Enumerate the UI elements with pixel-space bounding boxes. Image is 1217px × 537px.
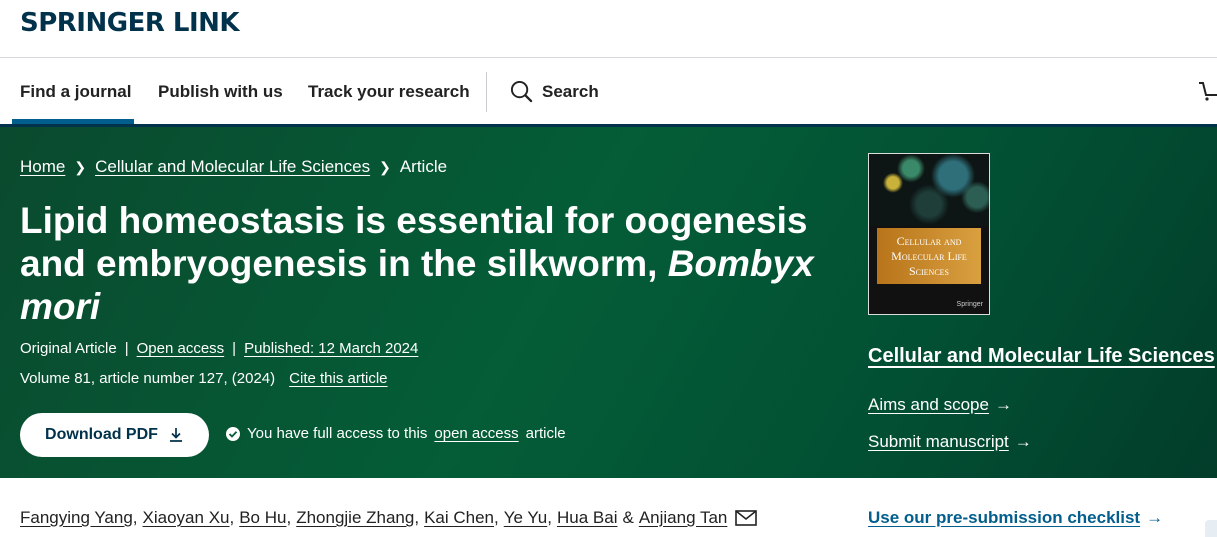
article-meta: Original Article | Open access | Publish… <box>20 340 419 357</box>
author-link[interactable]: Fangying Yang <box>20 508 133 528</box>
author-list: Fangying Yang, Xiaoyan Xu, Bo Hu, Zhongj… <box>20 508 758 528</box>
breadcrumb: Home ❯ Cellular and Molecular Life Scien… <box>20 157 447 177</box>
article-type: Original Article <box>20 340 117 357</box>
access-note-end: article <box>525 425 566 442</box>
author-link[interactable]: Anjiang Tan <box>639 508 728 528</box>
access-note-link[interactable]: open access <box>434 425 518 442</box>
access-note-text: You have full access to this <box>247 425 428 442</box>
article-title: Lipid homeostasis is essential for oogen… <box>20 199 840 328</box>
author-link[interactable]: Kai Chen <box>424 508 494 528</box>
author-link[interactable]: Ye Yu <box>504 508 548 528</box>
journal-title-link[interactable]: Cellular and Molecular Life Sciences <box>868 345 1215 368</box>
access-note: You have full access to this open access… <box>226 425 566 442</box>
author-link[interactable]: Hua Bai <box>557 508 617 528</box>
breadcrumb-current: Article <box>399 157 448 176</box>
main-nav: Find a journal Publish with us Track you… <box>0 58 1217 124</box>
breadcrumb-home[interactable]: Home <box>20 157 65 177</box>
cover-publisher: Springer <box>956 301 983 308</box>
author-link[interactable]: Bo Hu <box>239 508 286 528</box>
article-volume: Volume 81, article number 127, (2024) <box>20 370 276 387</box>
pre-submission-checklist-link[interactable]: Use our pre-submission checklist → <box>868 508 1163 528</box>
check-circle-icon <box>226 426 240 441</box>
open-access-link[interactable]: Open access <box>137 340 225 357</box>
search-icon <box>510 80 533 103</box>
site-header: SPRINGER LINK <box>0 0 1217 58</box>
arrow-right-icon: → <box>1014 432 1032 451</box>
chevron-right-icon: ❯ <box>74 158 87 175</box>
submit-manuscript-link[interactable]: Submit manuscript → <box>868 432 1032 452</box>
chevron-right-icon: ❯ <box>379 158 391 175</box>
email-icon[interactable] <box>735 510 758 526</box>
nav-find-journal[interactable]: Find a journal <box>20 82 131 102</box>
author-link[interactable]: Zhongjie Zhang <box>296 508 414 528</box>
download-pdf-button[interactable]: Download PDF <box>20 413 209 457</box>
cite-article-link[interactable]: Cite this article <box>289 370 387 387</box>
corner-widget <box>1205 520 1217 537</box>
nav-divider <box>486 72 487 112</box>
cover-artwork <box>869 154 989 226</box>
search-label: Search <box>542 81 599 101</box>
download-icon <box>169 428 182 442</box>
cart-icon <box>1199 82 1217 101</box>
author-link[interactable]: Xiaoyan Xu <box>143 508 230 528</box>
download-pdf-label: Download PDF <box>45 426 158 443</box>
nav-track-research[interactable]: Track your research <box>308 82 470 102</box>
cart-button[interactable] <box>1198 80 1217 107</box>
published-date[interactable]: Published: 12 March 2024 <box>244 340 418 357</box>
article-hero: Home ❯ Cellular and Molecular Life Scien… <box>0 124 1217 478</box>
arrow-right-icon: → <box>994 395 1012 414</box>
search-button[interactable]: Search <box>510 80 599 103</box>
cover-title-band: Cellular and Molecular Life Sciences <box>877 228 981 284</box>
arrow-right-icon: → <box>1146 508 1164 527</box>
breadcrumb-journal[interactable]: Cellular and Molecular Life Sciences <box>95 157 370 177</box>
journal-cover[interactable]: Cellular and Molecular Life Sciences Spr… <box>868 153 990 315</box>
article-volume-line: Volume 81, article number 127, (2024) Cit… <box>20 370 388 387</box>
springer-link-logo[interactable]: SPRINGER LINK <box>20 8 240 38</box>
aims-scope-link[interactable]: Aims and scope → <box>868 395 1012 415</box>
nav-publish-with-us[interactable]: Publish with us <box>158 82 283 102</box>
